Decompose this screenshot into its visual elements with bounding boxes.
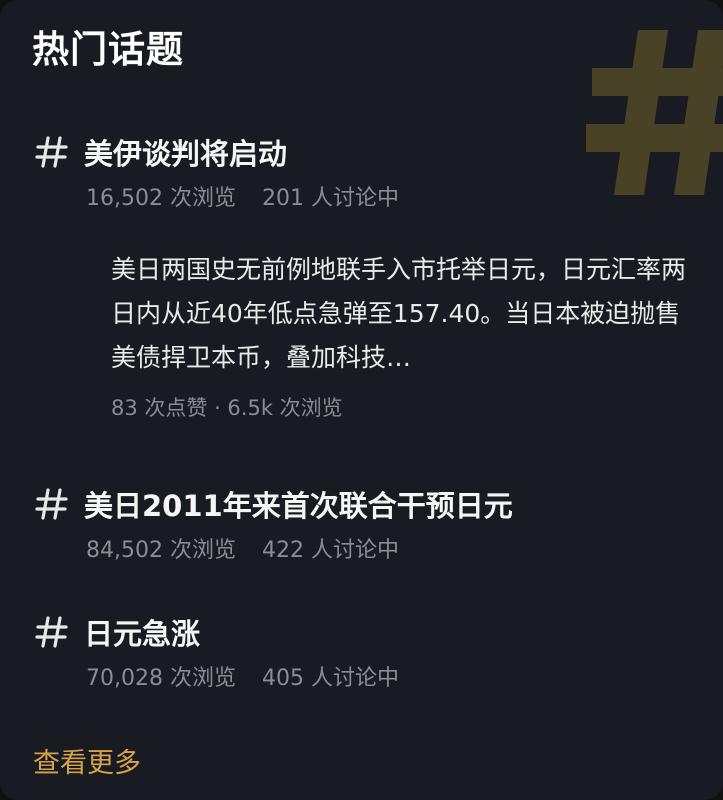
topic-header: 美伊谈判将启动	[34, 130, 704, 174]
hash-icon	[35, 616, 68, 648]
topic-views: 70,028 次浏览	[86, 666, 236, 691]
topic-title[interactable]: 日元急涨	[84, 611, 200, 653]
topic-item[interactable]: 美伊谈判将启动 16,502 次浏览 201 人讨论中	[34, 130, 704, 212]
topic-discussing: 422 人讨论中	[261, 538, 399, 563]
topic-title[interactable]: 美日2011年来首次联合干预日元	[84, 483, 513, 525]
topic-views: 16,502 次浏览	[86, 186, 236, 211]
topic-header: 美日2011年来首次联合干预日元	[34, 482, 704, 526]
hash-icon	[35, 136, 68, 168]
topic-item[interactable]: 美日2011年来首次联合干预日元 84,502 次浏览 422 人讨论中	[34, 482, 704, 564]
post-text[interactable]: 美日两国史无前例地联手入市托举日元，日元汇率两日内从近40年低点急弹至157.4…	[111, 248, 701, 380]
trending-topics-card: 热门话题 美伊谈判将启动 16,502 次浏览 201 人讨论中 美日两国史无前…	[0, 0, 723, 800]
featured-post[interactable]: 美日两国史无前例地联手入市托举日元，日元汇率两日内从近40年低点急弹至157.4…	[111, 248, 701, 422]
post-meta: 83 次点赞 · 6.5k 次浏览	[111, 396, 343, 420]
topic-meta: 70,028 次浏览 405 人讨论中	[34, 660, 704, 692]
card-title: 热门话题	[32, 28, 184, 71]
topic-item[interactable]: 日元急涨 70,028 次浏览 405 人讨论中	[34, 610, 704, 692]
topic-header: 日元急涨	[34, 610, 704, 654]
topic-meta: 84,502 次浏览 422 人讨论中	[34, 532, 704, 564]
topic-discussing: 201 人讨论中	[261, 186, 399, 211]
see-more-link[interactable]: 查看更多	[33, 744, 141, 784]
topic-discussing: 405 人讨论中	[261, 666, 399, 691]
topic-title[interactable]: 美伊谈判将启动	[84, 131, 287, 173]
topic-meta: 16,502 次浏览 201 人讨论中	[34, 180, 704, 212]
hash-icon	[35, 488, 68, 520]
topic-views: 84,502 次浏览	[86, 538, 236, 563]
